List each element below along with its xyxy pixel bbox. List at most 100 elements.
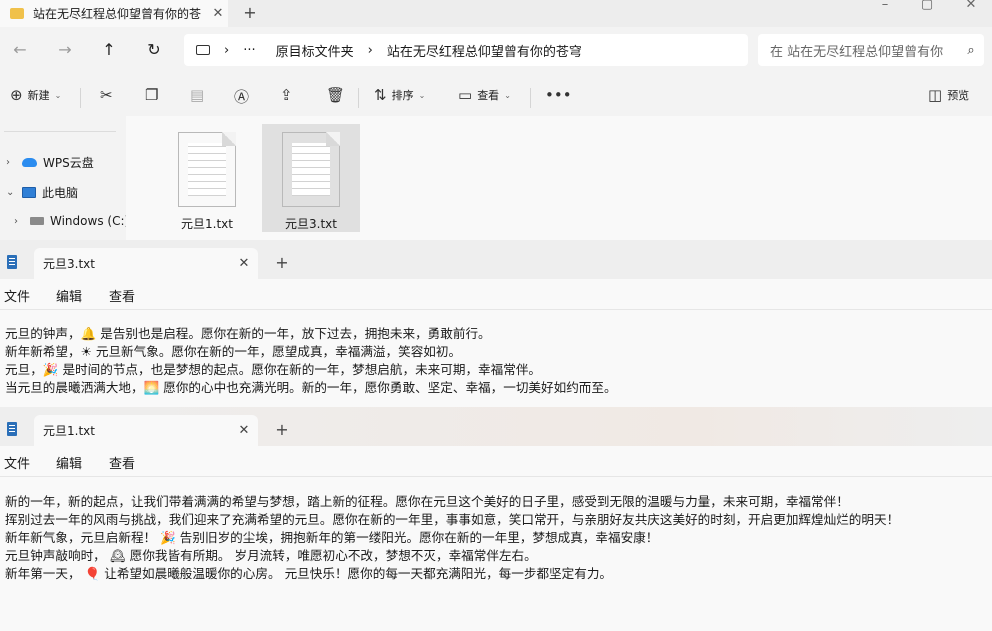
notepad-tab-title: 元旦3.txt — [43, 257, 95, 271]
scissors-icon: ✂ — [100, 86, 113, 104]
delete-button[interactable]: 🗑 — [326, 86, 345, 104]
text-line: 新年新希望，☀ 元旦新气象。愿你在新的一年，愿望成真，幸福满溢，笑容如初。 — [5, 344, 462, 359]
rename-icon: Ⓐ — [234, 88, 250, 106]
search-box[interactable]: 在 站在无尽红程总仰望曾有你 ⌕ — [758, 34, 984, 66]
address-bar[interactable]: › ··· 原目标文件夹 › 站在无尽红程总仰望曾有你的苍穹 — [184, 34, 748, 66]
menu-edit[interactable]: 编辑 — [56, 453, 82, 472]
new-button[interactable]: ⊕ 新建 ⌄ — [10, 86, 61, 104]
text-line: 挥别过去一年的风雨与挑战，我们迎来了充满希望的元旦。愿你在新的一年里，事事如意，… — [5, 512, 900, 527]
search-icon: ⌕ — [967, 42, 975, 58]
preview-pane-icon: ◫ — [928, 86, 943, 104]
computer-icon — [196, 45, 210, 55]
menu-bar: 文件 编辑 查看 — [0, 446, 992, 476]
toolbar-divider — [530, 88, 531, 108]
new-tab-button[interactable]: + — [272, 420, 292, 439]
cloud-icon — [22, 158, 37, 167]
menu-file[interactable]: 文件 — [4, 286, 30, 305]
text-line: 新年第一天， 🎈 让希望如晨曦般温暖你的心房。 元旦快乐！愿你的每一天都充满阳光… — [5, 566, 613, 581]
new-label: 新建 — [27, 89, 50, 102]
chevron-right-icon[interactable]: › — [14, 216, 24, 227]
close-tab-icon[interactable]: ✕ — [208, 6, 228, 21]
nav-divider — [4, 131, 116, 132]
nav-item-windows-c[interactable]: › Windows (C:) — [14, 214, 129, 228]
text-editor[interactable]: 新的一年，新的起点，让我们带着满满的希望与梦想，踏上新的征程。愿你在元旦这个美好… — [0, 476, 992, 631]
new-tab-button[interactable]: + — [272, 253, 292, 272]
notepad-window-1: 元旦3.txt ✕ + 文件 编辑 查看 元旦的钟声，🔔 是告别也是启程。愿你在… — [0, 240, 992, 407]
notepad-tab[interactable]: 元旦1.txt ✕ — [34, 415, 258, 446]
notepad-tab-title: 元旦1.txt — [43, 424, 95, 438]
notepad-tab-bar: 元旦1.txt ✕ + — [0, 407, 992, 446]
breadcrumb-item[interactable]: 站在无尽红程总仰望曾有你的苍穹 — [387, 41, 582, 60]
menu-view[interactable]: 查看 — [109, 286, 135, 305]
search-input[interactable]: 在 站在无尽红程总仰望曾有你 — [770, 41, 958, 60]
text-file-icon — [178, 132, 236, 207]
more-path-icon[interactable]: ··· — [243, 43, 255, 58]
nav-item-wps-cloud[interactable]: › WPS云盘 — [6, 154, 94, 171]
chevron-down-icon: ⌄ — [418, 90, 426, 100]
rename-button[interactable]: Ⓐ — [234, 86, 249, 107]
notepad-window-2: 元旦1.txt ✕ + 文件 编辑 查看 新的一年，新的起点，让我们带着满满的希… — [0, 407, 992, 631]
minimize-button[interactable]: – — [862, 0, 908, 11]
explorer-tab[interactable]: 站在无尽红程总仰望曾有你的苍 ✕ — [0, 0, 228, 27]
text-line: 元旦的钟声，🔔 是告别也是启程。愿你在新的一年，放下过去，拥抱未来，勇敢前行。 — [5, 326, 491, 341]
file-name: 元旦3.txt — [285, 217, 337, 231]
share-button[interactable]: ⇪ — [280, 86, 293, 104]
computer-icon — [22, 187, 36, 198]
close-window-button[interactable]: ✕ — [948, 0, 992, 11]
text-file-icon — [282, 132, 340, 207]
maximize-button[interactable]: ▢ — [904, 0, 950, 11]
close-tab-icon[interactable]: ✕ — [230, 256, 258, 271]
paste-button[interactable]: ▤ — [190, 86, 204, 104]
explorer-tab-title: 站在无尽红程总仰望曾有你的苍 — [33, 7, 202, 21]
up-button[interactable]: ↑ — [99, 40, 119, 59]
copy-button[interactable]: ❐ — [145, 86, 158, 104]
view-icon: ▭ — [458, 86, 473, 104]
view-button[interactable]: ▭ 查看 ⌄ — [458, 86, 511, 104]
menu-file[interactable]: 文件 — [4, 453, 30, 472]
chevron-down-icon: ⌄ — [54, 90, 62, 100]
file-list: 元旦1.txt 元旦3.txt — [126, 116, 992, 240]
new-tab-button[interactable]: + — [240, 3, 260, 22]
breadcrumb-item[interactable]: 原目标文件夹 — [276, 41, 354, 60]
trash-icon: 🗑 — [326, 86, 346, 104]
navigation-pane: › WPS云盘 ⌄ 此电脑 › Windows (C:) — [0, 116, 129, 240]
text-line: 新年新气象，元旦启新程！ 🎉 告别旧岁的尘埃，拥抱新年的第一缕阳光。愿你在新的一… — [5, 530, 659, 545]
chevron-right-icon: › — [224, 42, 230, 58]
toolbar-divider — [358, 88, 359, 108]
menu-edit[interactable]: 编辑 — [56, 286, 82, 305]
explorer-tab-bar: 站在无尽红程总仰望曾有你的苍 ✕ + – ▢ ✕ — [0, 0, 992, 27]
text-line: 当元旦的晨曦洒满大地，🌅 愿你的心中也充满光明。新的一年，愿你勇敢、坚定、幸福，… — [5, 380, 617, 395]
text-line: 元旦，🎉 是时间的节点，也是梦想的起点。愿你在新的一年，梦想启航，未来可期，幸福… — [5, 362, 542, 377]
paste-icon: ▤ — [190, 86, 205, 104]
nav-item-label: WPS云盘 — [43, 156, 94, 170]
more-options-button[interactable]: ••• — [545, 86, 572, 104]
file-item-selected[interactable]: 元旦3.txt — [262, 124, 360, 232]
cut-button[interactable]: ✂ — [100, 86, 113, 104]
file-item[interactable]: 元旦1.txt — [158, 124, 256, 232]
sort-button[interactable]: ⇅ 排序 ⌄ — [374, 86, 425, 104]
sort-icon: ⇅ — [374, 86, 387, 104]
nav-item-this-pc[interactable]: ⌄ 此电脑 — [6, 184, 78, 201]
chevron-right-icon: › — [367, 42, 373, 58]
forward-button[interactable]: → — [55, 40, 75, 59]
ellipsis-icon: ••• — [545, 86, 572, 104]
text-line: 元旦钟声敲响时， 🕰 愿你我皆有所期。 岁月流转，唯愿初心不改，梦想不灭，幸福常… — [5, 548, 537, 563]
copy-icon: ❐ — [145, 86, 159, 104]
notepad-icon — [7, 255, 17, 269]
preview-pane-button[interactable]: ◫ 预览 — [928, 86, 969, 104]
file-name: 元旦1.txt — [181, 217, 233, 231]
folder-icon — [10, 8, 24, 19]
command-bar: ⊕ 新建 ⌄ ✂ ❐ ▤ Ⓐ ⇪ 🗑 ⇅ 排序 ⌄ ▭ 查看 ⌄ ••• ◫ 预… — [0, 78, 992, 114]
chevron-down-icon[interactable]: ⌄ — [6, 187, 16, 198]
share-icon: ⇪ — [280, 86, 293, 104]
address-row: ← → ↑ ↻ › ··· 原目标文件夹 › 站在无尽红程总仰望曾有你的苍穹 在… — [0, 33, 992, 69]
plus-circle-icon: ⊕ — [10, 86, 23, 104]
refresh-button[interactable]: ↻ — [144, 40, 164, 59]
chevron-right-icon[interactable]: › — [6, 157, 16, 168]
notepad-tab[interactable]: 元旦3.txt ✕ — [34, 248, 258, 279]
text-editor[interactable]: 元旦的钟声，🔔 是告别也是启程。愿你在新的一年，放下过去，拥抱未来，勇敢前行。 … — [0, 309, 992, 407]
preview-label: 预览 — [947, 89, 970, 102]
menu-view[interactable]: 查看 — [109, 453, 135, 472]
back-button[interactable]: ← — [10, 40, 30, 59]
close-tab-icon[interactable]: ✕ — [230, 423, 258, 438]
